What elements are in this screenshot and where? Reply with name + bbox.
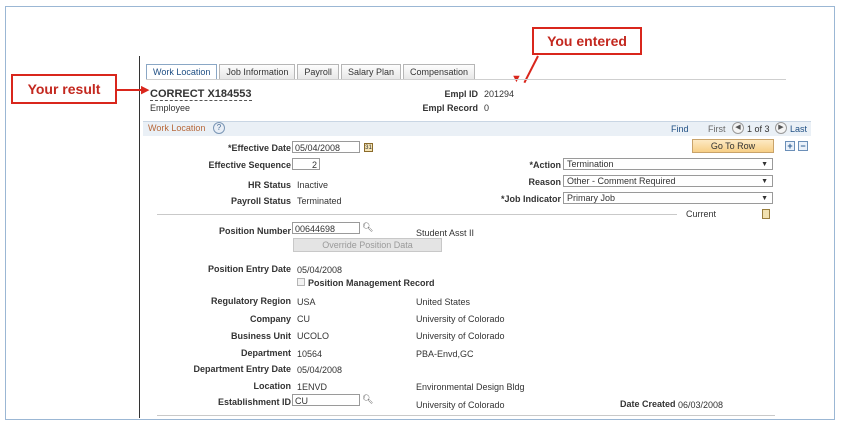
tab-compensation[interactable]: Compensation (402, 64, 476, 79)
action-value: Termination (567, 159, 614, 169)
job-indicator-label: *Job Indicator (500, 194, 561, 204)
position-management-label: Position Management Record (308, 278, 435, 288)
department-value: 10564 (297, 349, 323, 359)
trash-icon[interactable] (762, 209, 770, 219)
department-desc: PBA-Envd,GC (416, 349, 474, 359)
hr-status-value: Inactive (297, 180, 329, 190)
date-created-value: 06/03/2008 (678, 400, 724, 410)
company-value: CU (297, 314, 310, 324)
tab-strip: Work Location Job Information Payroll Sa… (146, 64, 477, 80)
business-unit-desc: University of Colorado (416, 331, 505, 341)
position-number-input[interactable]: 00644698 (292, 222, 360, 234)
business-unit-label: Business Unit (230, 331, 291, 341)
previous-arrow-icon[interactable]: ◀ (732, 122, 744, 134)
tab-payroll[interactable]: Payroll (297, 64, 339, 79)
business-unit-value: UCOLO (297, 331, 330, 341)
override-position-data-button[interactable]: Override Position Data (293, 238, 442, 252)
establishment-desc: University of Colorado (416, 400, 505, 410)
company-label: Company (249, 314, 291, 324)
dropdown-caret-icon: ▼ (761, 195, 768, 202)
location-label: Location (253, 381, 292, 391)
last-link[interactable]: Last (790, 124, 807, 134)
position-entry-date-label: Position Entry Date (207, 264, 291, 274)
job-indicator-select[interactable]: Primary Job ▼ (563, 192, 773, 204)
position-description: Student Asst II (416, 228, 475, 238)
your-result-callout: Your result (11, 74, 117, 104)
tab-work-location[interactable]: Work Location (146, 64, 218, 80)
effective-sequence-label: Effective Sequence (208, 160, 291, 170)
your-result-arrowhead-icon: ▶ (141, 84, 150, 96)
action-label: *Action (529, 160, 562, 170)
reason-value: Other - Comment Required (567, 176, 676, 186)
reason-select[interactable]: Other - Comment Required ▼ (563, 175, 773, 187)
paging-count: 1 of 3 (747, 124, 770, 134)
effective-date-input[interactable]: 05/04/2008 (292, 141, 360, 153)
add-row-icon[interactable]: + (785, 141, 795, 151)
section-title: Work Location (148, 123, 206, 133)
employee-name[interactable]: CORRECT X184553 (150, 88, 252, 101)
page-left-border (139, 56, 140, 418)
establishment-id-label: Establishment ID (217, 397, 291, 407)
empl-id-label: Empl ID (444, 89, 478, 99)
location-value: 1ENVD (297, 382, 328, 392)
dropdown-caret-icon: ▼ (761, 161, 768, 168)
effective-sequence-input[interactable]: 2 (292, 158, 320, 170)
location-desc: Environmental Design Bldg (416, 382, 525, 392)
you-entered-callout: You entered (532, 27, 642, 55)
search-icon[interactable]: 🔍︎ (362, 394, 373, 405)
regulatory-region-label: Regulatory Region (210, 296, 291, 306)
reason-label: Reason (528, 177, 561, 187)
tab-job-information[interactable]: Job Information (219, 64, 296, 79)
dropdown-caret-icon: ▼ (761, 178, 768, 185)
tab-underline (146, 79, 786, 80)
employee-subtitle: Employee (150, 103, 191, 113)
section-divider (157, 214, 677, 215)
date-created-label: Date Created (620, 399, 676, 409)
go-to-row-button[interactable]: Go To Row (692, 139, 774, 153)
empl-record-value: 0 (484, 103, 490, 113)
position-management-checkbox[interactable] (297, 278, 305, 286)
hr-status-label: HR Status (247, 180, 291, 190)
regulatory-region-desc: United States (416, 297, 471, 307)
empl-record-label: Empl Record (422, 103, 478, 113)
department-entry-date-label: Department Entry Date (193, 364, 291, 374)
position-number-label: Position Number (218, 226, 291, 236)
payroll-status-value: Terminated (297, 196, 342, 206)
first-link[interactable]: First (708, 124, 726, 134)
bottom-divider (157, 415, 775, 416)
empl-id-value: 201294 (484, 89, 515, 99)
help-icon[interactable]: ? (213, 122, 225, 134)
position-entry-date-value: 05/04/2008 (297, 265, 343, 275)
regulatory-region-value: USA (297, 297, 316, 307)
establishment-id-input[interactable]: CU (292, 394, 360, 406)
payroll-status-label: Payroll Status (230, 196, 291, 206)
delete-row-icon[interactable]: − (798, 141, 808, 151)
action-select[interactable]: Termination ▼ (563, 158, 773, 170)
next-arrow-icon[interactable]: ▶ (775, 122, 787, 134)
tab-salary-plan[interactable]: Salary Plan (340, 64, 401, 79)
find-link[interactable]: Find (671, 124, 689, 134)
effective-date-label: *Effective Date (227, 143, 291, 153)
calendar-icon[interactable]: 31 (364, 143, 373, 152)
job-indicator-value: Primary Job (567, 193, 616, 203)
department-label: Department (240, 348, 291, 358)
company-desc: University of Colorado (416, 314, 505, 324)
current-label: Current (686, 209, 717, 219)
search-icon[interactable]: 🔍︎ (362, 222, 373, 233)
department-entry-date-value: 05/04/2008 (297, 365, 343, 375)
